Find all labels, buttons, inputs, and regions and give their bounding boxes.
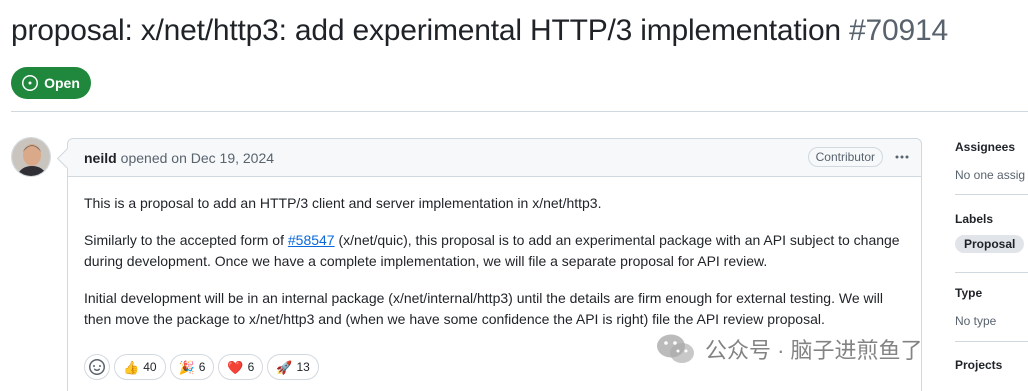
smiley-icon: [89, 359, 105, 375]
reaction-count: 13: [296, 360, 310, 374]
wechat-icon: [657, 334, 694, 363]
sidebar-assignees: Assignees No one assig: [955, 140, 1025, 182]
sidebar-divider: [955, 194, 1028, 195]
issue-open-icon: [22, 75, 39, 91]
thumbs-up-icon: 👍: [123, 359, 140, 375]
avatar[interactable]: [11, 137, 51, 177]
avatar-photo: [12, 138, 50, 176]
reaction-hooray-button[interactable]: 🎉 6: [169, 354, 215, 380]
reaction-thumbs-up-button[interactable]: 👍 40: [114, 354, 166, 380]
sidebar-type: Type No type: [955, 286, 996, 328]
reaction-rocket-button[interactable]: 🚀 13: [267, 354, 319, 380]
sidebar-divider: [955, 272, 1028, 273]
issue-state-badge: Open: [11, 67, 91, 99]
heart-icon: ❤️: [227, 359, 244, 375]
paragraph-text: Similarly to the accepted form of: [84, 232, 288, 248]
watermark-text: 公众号 · 脑子进煎鱼了: [705, 338, 923, 363]
reaction-heart-button[interactable]: ❤️ 6: [218, 354, 264, 380]
comment-paragraph: Similarly to the accepted form of #58547…: [84, 230, 905, 272]
comment-meta[interactable]: opened on Dec 19, 2024: [121, 150, 274, 166]
add-reaction-button[interactable]: [84, 354, 110, 380]
reactions-bar: 👍 40 🎉 6 ❤️ 6 🚀 13: [84, 354, 319, 380]
sidebar-labels: Labels Proposal: [955, 212, 1025, 253]
sidebar-assignees-value: No one assig: [955, 168, 1026, 182]
comment-paragraph: This is a proposal to add an HTTP/3 clie…: [84, 195, 602, 211]
reaction-count: 40: [143, 360, 157, 374]
comment-header: neild opened on Dec 19, 2024 Contributor: [68, 139, 921, 177]
sidebar-type-heading[interactable]: Type: [955, 286, 996, 300]
issue-title-text: proposal: x/net/http3: add experimental …: [11, 14, 841, 47]
sidebar-projects: Projects: [955, 358, 1002, 372]
sidebar-divider: [955, 341, 1028, 342]
issue-state-label: Open: [44, 75, 80, 91]
issue-link[interactable]: #58547: [288, 232, 335, 248]
reaction-count: 6: [198, 360, 206, 374]
sidebar-labels-heading[interactable]: Labels: [955, 212, 1024, 226]
comment-body: This is a proposal to add an HTTP/3 clie…: [68, 177, 921, 330]
sidebar-assignees-heading[interactable]: Assignees: [955, 140, 1025, 154]
party-popper-icon: 🎉: [178, 359, 195, 375]
comment-paragraph: Initial development will be in an intern…: [84, 290, 883, 327]
rocket-icon: 🚀: [276, 359, 293, 375]
comment-author[interactable]: neild: [84, 150, 117, 166]
sidebar-projects-heading[interactable]: Projects: [955, 358, 1002, 372]
sidebar-type-value: No type: [955, 314, 997, 328]
issue-number: #70914: [849, 14, 948, 47]
header-divider: [11, 111, 1028, 112]
label-proposal[interactable]: Proposal: [955, 235, 1025, 253]
watermark: 公众号 · 脑子进煎鱼了: [655, 332, 923, 366]
reaction-count: 6: [247, 360, 255, 374]
issue-title: proposal: x/net/http3: add experimental …: [11, 14, 948, 48]
kebab-menu-icon[interactable]: [891, 147, 913, 167]
contributor-badge: Contributor: [807, 147, 883, 167]
